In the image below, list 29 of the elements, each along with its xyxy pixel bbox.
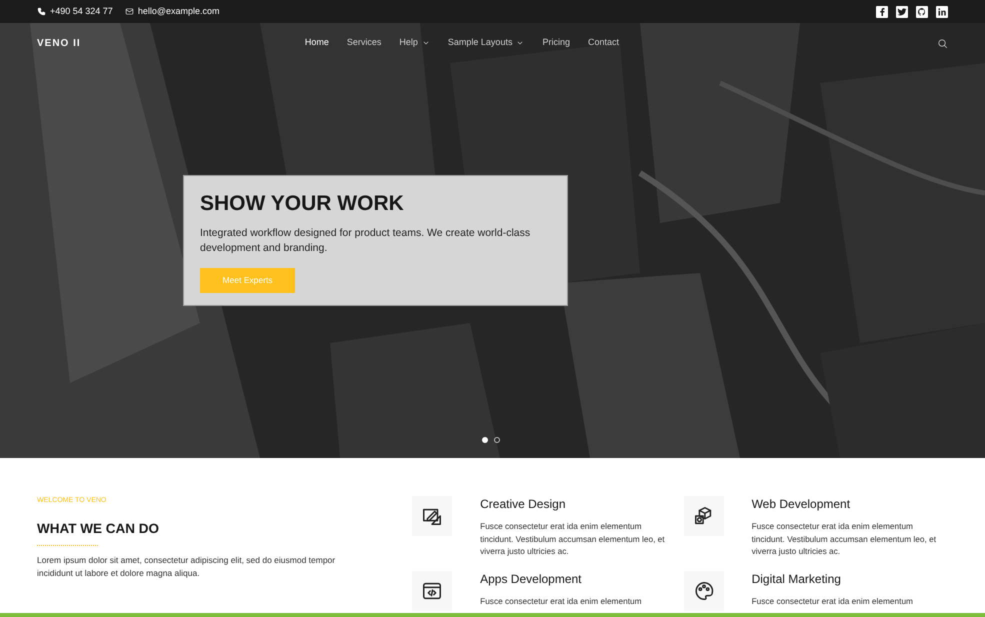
- nav-link[interactable]: Services: [346, 36, 382, 50]
- bird-icon[interactable]: [896, 6, 908, 18]
- cat-icon[interactable]: [916, 6, 928, 18]
- nav-link[interactable]: Home: [304, 36, 329, 50]
- palette-icon: [692, 580, 715, 602]
- section-title: WHAT WE CAN DO: [37, 520, 160, 538]
- service-title: Web Development: [752, 496, 852, 512]
- service-text: Fusce consectetur erat ida enim elementum: [752, 594, 914, 608]
- service-text: Fusce consectetur erat ida enim elementum: [480, 594, 643, 608]
- nav-link[interactable]: Contact: [588, 36, 619, 50]
- hero-title: SHOW YOUR WORK: [200, 191, 405, 217]
- phone-number: +490 54 324 77: [50, 4, 113, 18]
- hero-text: Integrated workflow designed for product teams. We create world-class development and branding.: [200, 226, 532, 256]
- service-title: Creative Design: [480, 496, 566, 512]
- logo[interactable]: VENO II: [37, 36, 81, 50]
- nav-link[interactable]: Help: [399, 36, 430, 50]
- service-text: Fusce consectetur erat ida enim elementum tincidunt. Vestibulum accumsan elementum leo, et viverra justo ultricies ac.: [752, 520, 938, 558]
- facebook-icon[interactable]: [876, 6, 888, 18]
- service-title: Apps Development: [480, 570, 583, 587]
- phone-icon: [37, 7, 46, 16]
- nav-link[interactable]: Sample Layouts: [448, 36, 524, 50]
- service-title: Digital Marketing: [752, 570, 842, 587]
- search-icon[interactable]: [937, 38, 948, 48]
- mail-icon: [124, 7, 134, 16]
- linkedin-icon[interactable]: [936, 6, 948, 18]
- email-address: hello@example.com: [138, 4, 220, 18]
- service-text: Fusce consectetur erat ida enim elementum tincidunt. Vestibulum accumsan elementum leo, et viverra justo ultricies ac.: [480, 520, 666, 558]
- nav-link[interactable]: Pricing: [542, 36, 570, 50]
- intro-text: Lorem ipsum dolor sit amet, consectetur adipiscing elit, sed do eiusmod tempor incididunt ut labore et dolore magna aliqua.: [37, 554, 336, 580]
